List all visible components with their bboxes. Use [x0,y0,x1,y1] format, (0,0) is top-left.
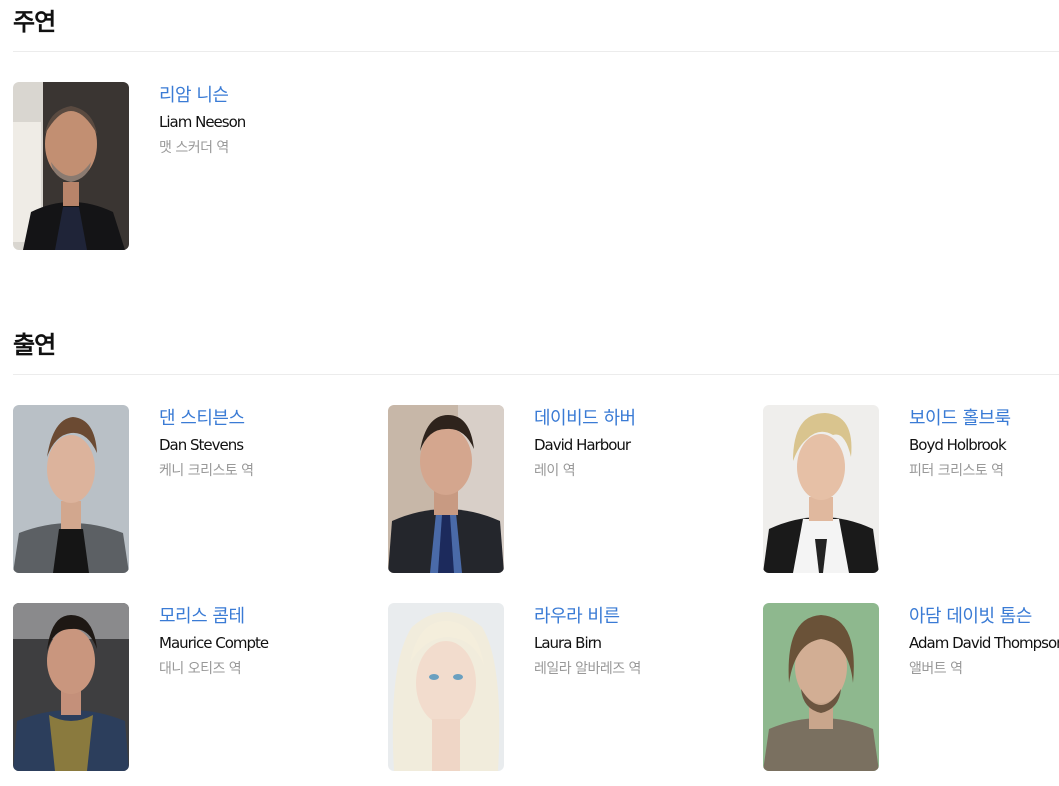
actor-name-korean[interactable]: 데이비드 하버 [534,407,748,431]
actor-name-english: Dan Stevens [159,436,244,454]
lead-section-title: 주연 [13,8,56,36]
actor-photo-dan-stevens[interactable] [13,405,129,573]
character-role: 피터 크리스토 역 [909,463,1004,479]
actor-photo-maurice-compte[interactable] [13,603,129,771]
actor-name-english: Liam Neeson [159,113,246,131]
cast-card-liam-neeson: 리암 니슨 Liam Neeson 맷 스커더 역 [13,82,373,250]
character-role: 케니 크리스토 역 [159,463,254,479]
character-role: 맷 스커더 역 [159,140,229,156]
actor-name-english: Maurice Compte [159,634,269,652]
cast-info: 아담 데이빗 톰슨 Adam David Thompson 앨버트 역 [909,605,1059,679]
supporting-section-title: 출연 [13,331,56,359]
character-role: 대니 오티즈 역 [159,661,242,677]
character-role: 앨버트 역 [909,661,963,677]
actor-photo-boyd-holbrook[interactable] [763,405,879,573]
cast-info: 모리스 콤테 Maurice Compte 대니 오티즈 역 [159,605,373,679]
actor-name-korean[interactable]: 리암 니슨 [159,84,373,108]
cast-info: 보이드 홀브룩 Boyd Holbrook 피터 크리스토 역 [909,407,1059,481]
actor-name-korean[interactable]: 아담 데이빗 톰슨 [909,605,1059,629]
actor-name-english: David Harbour [534,436,631,454]
actor-photo-david-harbour[interactable] [388,405,504,573]
cast-info: 리암 니슨 Liam Neeson 맷 스커더 역 [159,84,373,158]
cast-card-laura-birn: 라우라 비른 Laura Birn 레일라 알바레즈 역 [388,603,748,771]
cast-card-maurice-compte: 모리스 콤테 Maurice Compte 대니 오티즈 역 [13,603,373,771]
actor-name-korean[interactable]: 라우라 비른 [534,605,748,629]
actor-photo-liam-neeson[interactable] [13,82,129,250]
actor-photo-laura-birn[interactable] [388,603,504,771]
cast-info: 댄 스티븐스 Dan Stevens 케니 크리스토 역 [159,407,373,481]
character-role: 레이 역 [534,463,576,479]
cast-card-adam-david-thompson: 아담 데이빗 톰슨 Adam David Thompson 앨버트 역 [763,603,1059,771]
cast-info: 라우라 비른 Laura Birn 레일라 알바레즈 역 [534,605,748,679]
lead-divider [13,51,1059,52]
character-role: 레일라 알바레즈 역 [534,661,641,677]
actor-name-english: Adam David Thompson [909,634,1059,652]
actor-photo-adam-david-thompson[interactable] [763,603,879,771]
supporting-divider [13,374,1059,375]
actor-name-english: Laura Birn [534,634,602,652]
actor-name-korean[interactable]: 댄 스티븐스 [159,407,373,431]
cast-card-boyd-holbrook: 보이드 홀브룩 Boyd Holbrook 피터 크리스토 역 [763,405,1059,573]
actor-name-english: Boyd Holbrook [909,436,1007,454]
cast-info: 데이비드 하버 David Harbour 레이 역 [534,407,748,481]
cast-card-dan-stevens: 댄 스티븐스 Dan Stevens 케니 크리스토 역 [13,405,373,573]
cast-card-david-harbour: 데이비드 하버 David Harbour 레이 역 [388,405,748,573]
actor-name-korean[interactable]: 보이드 홀브룩 [909,407,1059,431]
actor-name-korean[interactable]: 모리스 콤테 [159,605,373,629]
